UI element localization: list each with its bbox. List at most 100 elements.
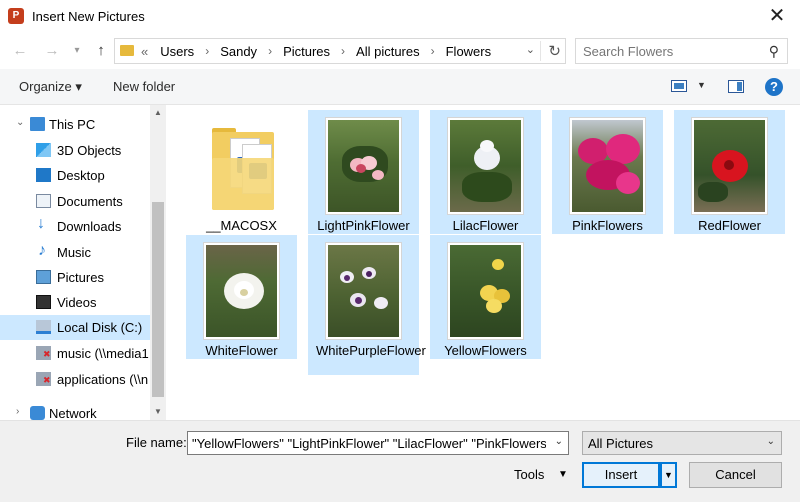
- image-thumbnail: [570, 118, 645, 214]
- breadcrumb-all-pictures[interactable]: All pictures: [356, 44, 420, 59]
- scroll-down-icon[interactable]: ▼: [150, 404, 166, 420]
- up-arrow-icon: ↑: [97, 42, 105, 59]
- navigation-bar: ← → ▾ ↑ « Users › Sandy › Pictures › All…: [0, 33, 800, 69]
- title-bar: P Insert New Pictures ✕: [0, 0, 800, 33]
- help-icon[interactable]: ?: [765, 78, 783, 96]
- breadcrumb-separator-icon: ›: [430, 44, 435, 58]
- organize-menu[interactable]: Organize ▾: [19, 79, 82, 95]
- up-button[interactable]: ↑: [90, 40, 112, 62]
- file-type-select[interactable]: All Pictures ⌄: [582, 431, 782, 455]
- view-options-chevron-icon[interactable]: ▼: [697, 80, 706, 90]
- image-thumbnail: [448, 118, 523, 214]
- file-item-lightpinkflower[interactable]: LightPinkFlower: [308, 110, 419, 234]
- scroll-up-icon[interactable]: ▲: [150, 105, 166, 121]
- insert-options-button[interactable]: ▼: [660, 462, 677, 488]
- sidebar-item-downloads[interactable]: Downloads: [0, 214, 150, 239]
- file-item-yellowflowers[interactable]: YellowFlowers: [430, 235, 541, 359]
- change-view-icon[interactable]: [671, 80, 687, 92]
- breadcrumb-pictures[interactable]: Pictures: [283, 44, 330, 59]
- navigation-pane-scrollbar[interactable]: ▲ ▼: [150, 105, 166, 420]
- file-name: YellowFlowers: [444, 343, 527, 358]
- image-thumbnail: [326, 118, 401, 214]
- network-icon: [30, 406, 45, 420]
- scroll-thumb[interactable]: [152, 202, 164, 397]
- chevron-down-icon: ▾: [74, 45, 80, 56]
- cancel-button[interactable]: Cancel: [689, 462, 782, 488]
- breadcrumb-separator-icon: ›: [205, 44, 210, 58]
- forward-arrow-icon: →: [44, 42, 60, 59]
- sidebar-item-documents[interactable]: Documents: [0, 189, 150, 214]
- file-name-input[interactable]: [192, 435, 546, 451]
- search-input[interactable]: [583, 43, 763, 60]
- file-name-combobox[interactable]: ⌄: [187, 431, 569, 455]
- breadcrumb-separator-icon: ›: [341, 44, 346, 58]
- preview-pane-icon[interactable]: [728, 80, 744, 93]
- sidebar-item-local-disk[interactable]: Local Disk (C:): [0, 315, 150, 340]
- close-button[interactable]: ✕: [754, 0, 800, 33]
- navigation-pane: ⌄ This PC 3D Objects Desktop Documents D…: [0, 105, 166, 420]
- close-icon: ✕: [768, 5, 786, 27]
- image-thumbnail: [448, 243, 523, 339]
- chevron-down-icon[interactable]: ⌄: [555, 436, 563, 447]
- image-thumbnail: [326, 243, 401, 339]
- file-list: __MACOSX LightPinkFlower LilacFlower Pin…: [166, 105, 800, 420]
- file-item-whiteflower[interactable]: WhiteFlower: [186, 235, 297, 359]
- breadcrumb-flowers[interactable]: Flowers: [446, 44, 492, 59]
- 3d-objects-icon: [36, 143, 51, 157]
- breadcrumb-sandy[interactable]: Sandy: [220, 44, 257, 59]
- sidebar-item-pictures[interactable]: Pictures: [0, 265, 150, 290]
- address-history-chevron-icon[interactable]: ⌄: [526, 43, 535, 56]
- breadcrumb-separator-icon: ›: [268, 44, 273, 58]
- file-name: RedFlower: [698, 218, 761, 233]
- file-item-redflower[interactable]: RedFlower: [674, 110, 785, 234]
- back-button[interactable]: ←: [9, 40, 31, 62]
- back-arrow-icon: ←: [12, 42, 28, 59]
- sidebar-item-applications-network-drive[interactable]: applications (\\n: [0, 367, 150, 392]
- file-item-lilacflower[interactable]: LilacFlower: [430, 110, 541, 234]
- downloads-icon: [36, 215, 51, 233]
- search-box[interactable]: ⚲: [575, 38, 788, 64]
- file-name: __MACOSX: [206, 218, 277, 233]
- expand-chevron-icon[interactable]: ›: [16, 406, 19, 417]
- image-thumbnail: [204, 243, 279, 339]
- powerpoint-icon: P: [8, 8, 24, 24]
- recent-locations-button[interactable]: ▾: [66, 40, 88, 62]
- file-name: LilacFlower: [452, 218, 519, 233]
- desktop-icon: [36, 168, 51, 182]
- file-item-macosx-folder[interactable]: __MACOSX: [186, 110, 297, 234]
- music-icon: [36, 242, 51, 260]
- file-name: LightPinkFlower: [317, 218, 410, 233]
- tools-menu[interactable]: Tools: [514, 467, 544, 482]
- folder-icon: [208, 128, 280, 214]
- address-bar[interactable]: « Users › Sandy › Pictures › All picture…: [114, 38, 566, 64]
- breadcrumb: « Users › Sandy › Pictures › All picture…: [141, 44, 491, 59]
- new-folder-button[interactable]: New folder: [113, 79, 175, 94]
- chevron-down-icon: ⌄: [766, 436, 775, 447]
- file-type-value: All Pictures: [588, 436, 654, 451]
- sidebar-item-this-pc[interactable]: ⌄ This PC: [0, 112, 150, 137]
- breadcrumb-overflow[interactable]: «: [141, 44, 148, 59]
- sidebar-item-music-network-drive[interactable]: music (\\media1: [0, 341, 150, 366]
- sidebar-item-network[interactable]: › Network: [0, 401, 150, 420]
- file-name: WhiteFlower: [205, 343, 278, 358]
- sidebar-item-videos[interactable]: Videos: [0, 290, 150, 315]
- sidebar-item-desktop[interactable]: Desktop: [0, 163, 150, 188]
- refresh-icon[interactable]: ↻: [548, 42, 561, 60]
- disconnected-network-drive-icon: [36, 346, 51, 360]
- file-name: WhitePurpleFlower: [316, 343, 426, 358]
- videos-icon: [36, 295, 51, 309]
- tools-caret-icon[interactable]: ▼: [558, 469, 568, 480]
- file-item-whitepurpleflower[interactable]: WhitePurpleFlower: [308, 235, 426, 375]
- sidebar-item-3d-objects[interactable]: 3D Objects: [0, 138, 150, 163]
- pc-icon: [30, 117, 45, 131]
- file-name-label: File name:: [126, 435, 187, 450]
- collapse-chevron-icon[interactable]: ⌄: [16, 117, 24, 128]
- caret-down-icon: ▼: [664, 470, 673, 480]
- insert-button[interactable]: Insert: [582, 462, 660, 488]
- window-title: Insert New Pictures: [32, 9, 145, 24]
- breadcrumb-users[interactable]: Users: [160, 44, 194, 59]
- file-item-pinkflowers[interactable]: PinkFlowers: [552, 110, 663, 234]
- forward-button[interactable]: →: [41, 40, 63, 62]
- search-icon[interactable]: ⚲: [769, 43, 779, 60]
- sidebar-item-music[interactable]: Music: [0, 240, 150, 265]
